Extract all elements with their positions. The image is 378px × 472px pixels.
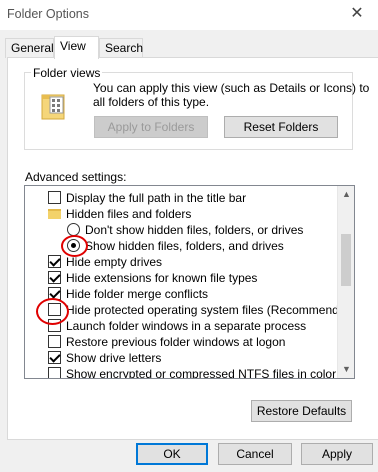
folder-icon [48, 209, 61, 219]
scroll-up-icon[interactable]: ▲ [338, 186, 354, 203]
scrollbar-thumb[interactable] [341, 234, 351, 286]
checkbox[interactable] [48, 335, 61, 348]
close-icon[interactable]: ✕ [348, 5, 366, 23]
reset-folders-button[interactable]: Reset Folders [224, 116, 338, 138]
folder-options-dialog: Folder Options ✕ General View Search Fol… [0, 0, 378, 472]
tab-general[interactable]: General [5, 38, 54, 58]
folder-views-label: Folder views [31, 66, 103, 80]
checkbox[interactable] [48, 191, 61, 204]
cancel-button[interactable]: Cancel [218, 443, 292, 465]
annotation-circle-protected-files [36, 298, 69, 325]
apply-button[interactable]: Apply [301, 443, 373, 465]
annotation-circle-show-hidden [61, 235, 88, 257]
checkbox[interactable] [48, 367, 61, 378]
advanced-settings-list[interactable]: Display the full path in the title bar H… [24, 185, 355, 379]
checkbox[interactable] [48, 351, 61, 364]
checkbox[interactable] [48, 271, 61, 284]
tab-view[interactable]: View [54, 36, 99, 59]
window-title: Folder Options [7, 7, 89, 21]
settings-scrollbar[interactable]: ▲ ▼ [337, 186, 354, 378]
title-bar: Folder Options ✕ [0, 0, 378, 30]
restore-defaults-button[interactable]: Restore Defaults [251, 400, 352, 422]
apply-to-folders-button[interactable]: Apply to Folders [94, 116, 208, 138]
folder-views-description-line2: all folders of this type. [93, 95, 210, 109]
folder-views-description-line1: You can apply this view (such as Details… [93, 81, 370, 95]
ok-button[interactable]: OK [136, 443, 208, 465]
folder-grid-icon [41, 94, 65, 120]
advanced-settings-label: Advanced settings: [25, 170, 127, 184]
scroll-down-icon[interactable]: ▼ [338, 361, 354, 378]
checkbox[interactable] [48, 255, 61, 268]
tab-search[interactable]: Search [99, 38, 143, 58]
